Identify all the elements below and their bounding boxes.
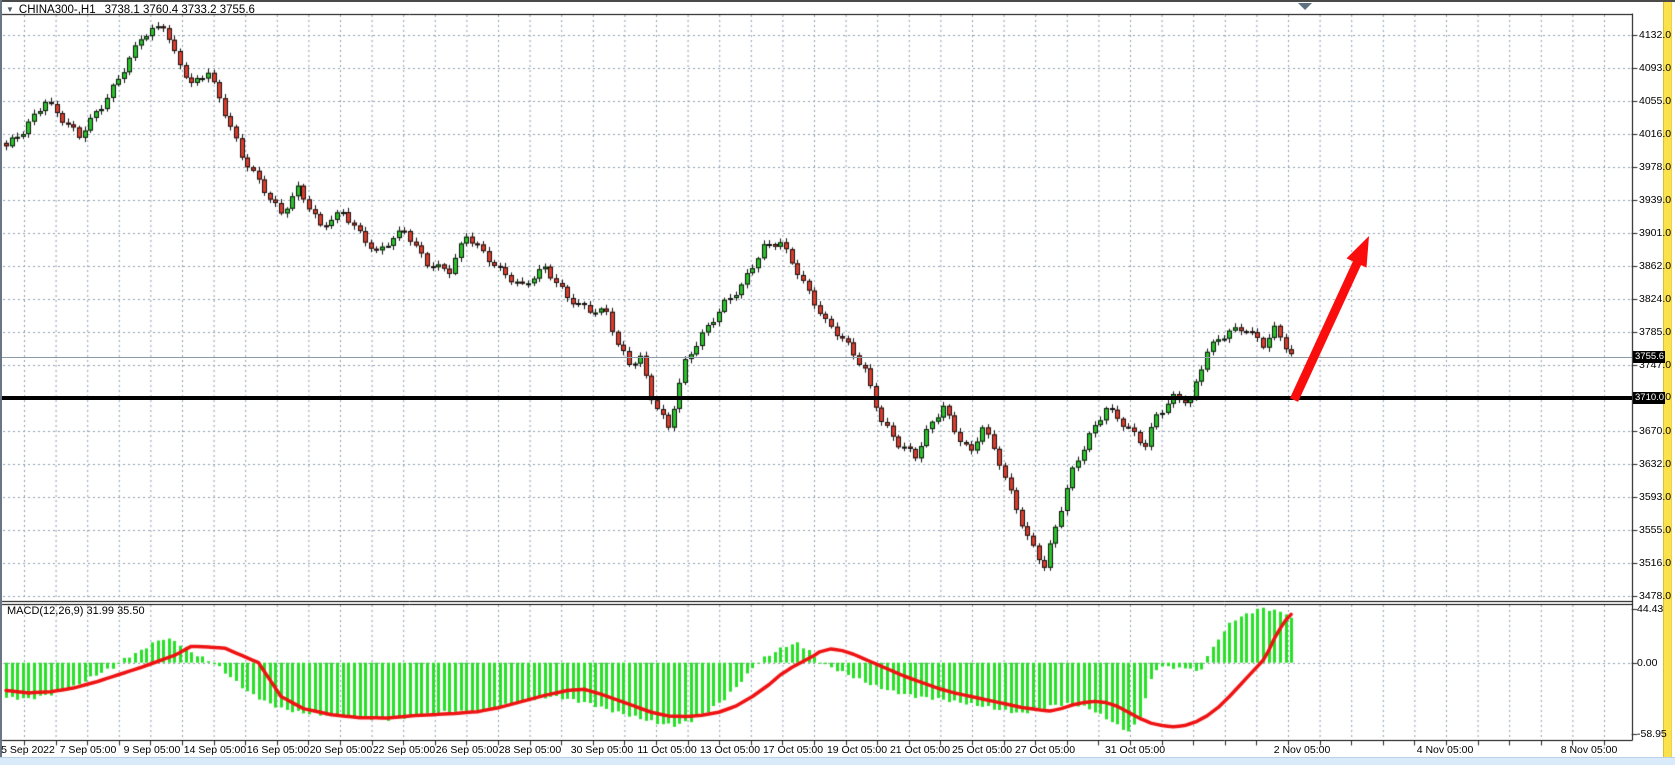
time-tick-label: 28 Sep 05:00 bbox=[499, 744, 561, 756]
price-tick-label: 3632.0 bbox=[1639, 458, 1671, 470]
price-tick-label: 3824.0 bbox=[1639, 293, 1671, 305]
support-line-3710[interactable] bbox=[2, 396, 1632, 400]
chart-title: ▼ CHINA300-,H1 3738.1 3760.4 3733.2 3755.6 bbox=[6, 4, 255, 16]
price-tick-label: 3862.0 bbox=[1639, 260, 1671, 272]
symbol-menu-icon: ▼ bbox=[6, 5, 14, 14]
time-tick-label: 4 Nov 05:00 bbox=[1417, 744, 1474, 756]
time-tick-label: 27 Oct 05:00 bbox=[1015, 744, 1075, 756]
time-tick-label: 26 Sep 05:00 bbox=[436, 744, 498, 756]
macd-tick-label: -58.95 bbox=[1637, 728, 1667, 740]
macd-indicator-label: MACD(12,26,9) 31.99 35.50 bbox=[7, 605, 145, 617]
macd-values: 31.99 35.50 bbox=[86, 605, 144, 617]
price-tick-label: 3901.0 bbox=[1639, 227, 1671, 239]
price-tick-label: 3978.0 bbox=[1639, 161, 1671, 173]
chart-window: ▼ CHINA300-,H1 3738.1 3760.4 3733.2 3755.6… bbox=[0, 0, 1675, 765]
time-tick-label: 16 Sep 05:00 bbox=[247, 744, 309, 756]
macd-name: MACD(12,26,9) bbox=[7, 605, 83, 617]
price-tick-label: 3478.0 bbox=[1639, 590, 1671, 602]
price-tick-label: 3785.0 bbox=[1639, 326, 1671, 338]
price-tick-label: 4093.0 bbox=[1639, 62, 1671, 74]
price-tick-label: 4132.0 bbox=[1639, 29, 1671, 41]
time-tick-label: 19 Oct 05:00 bbox=[827, 744, 887, 756]
price-tick-label: 3939.0 bbox=[1639, 194, 1671, 206]
price-tick-label: 4055.0 bbox=[1639, 95, 1671, 107]
time-tick-label: 11 Oct 05:00 bbox=[637, 744, 696, 756]
arrow-head-icon bbox=[1347, 236, 1370, 268]
price-tick-label: 3670.0 bbox=[1639, 425, 1671, 437]
window-left-edge bbox=[0, 0, 2, 757]
time-tick-label: 17 Oct 05:00 bbox=[763, 744, 823, 756]
time-tick-label: 9 Sep 05:00 bbox=[124, 744, 181, 756]
chart-canvas[interactable] bbox=[0, 0, 1675, 765]
up-trend-arrow-annotation[interactable] bbox=[1280, 225, 1380, 410]
support-line-badge: 3710.0 bbox=[1633, 392, 1665, 404]
macd-tick-label: 0.00 bbox=[1637, 657, 1657, 669]
bottom-window-strip bbox=[0, 757, 1675, 765]
time-tick-label: 25 Oct 05:00 bbox=[952, 744, 1012, 756]
time-tick-label: 30 Sep 05:00 bbox=[571, 744, 633, 756]
time-tick-label: 14 Sep 05:00 bbox=[184, 744, 246, 756]
time-tick-label: 21 Oct 05:00 bbox=[890, 744, 950, 756]
time-tick-label: 2 Nov 05:00 bbox=[1274, 744, 1331, 756]
time-tick-label: 13 Oct 05:00 bbox=[700, 744, 760, 756]
price-tick-label: 4016.0 bbox=[1639, 128, 1671, 140]
ohlc-values: 3738.1 3760.4 3733.2 3755.6 bbox=[105, 4, 255, 16]
time-tick-label: 22 Sep 05:00 bbox=[373, 744, 435, 756]
symbol-period-label: CHINA300-,H1 bbox=[19, 4, 96, 16]
time-tick-label: 31 Oct 05:00 bbox=[1105, 744, 1165, 756]
time-tick-label: 20 Sep 05:00 bbox=[310, 744, 372, 756]
window-top-edge bbox=[0, 0, 1675, 2]
macd-tick-label: 44.43 bbox=[1637, 603, 1663, 615]
current-price-badge: 3755.6 bbox=[1633, 351, 1665, 363]
right-yellow-stripe bbox=[1663, 2, 1672, 757]
chart-shift-marker-icon[interactable] bbox=[1298, 3, 1312, 10]
time-tick-label: 8 Nov 05:00 bbox=[1561, 744, 1618, 756]
time-tick-label: 5 Sep 2022 bbox=[1, 744, 55, 756]
price-tick-label: 3516.0 bbox=[1639, 557, 1671, 569]
time-tick-label: 7 Sep 05:00 bbox=[60, 744, 117, 756]
price-tick-label: 3555.0 bbox=[1639, 524, 1671, 536]
price-tick-label: 3593.0 bbox=[1639, 491, 1671, 503]
current-price-line bbox=[2, 357, 1632, 358]
